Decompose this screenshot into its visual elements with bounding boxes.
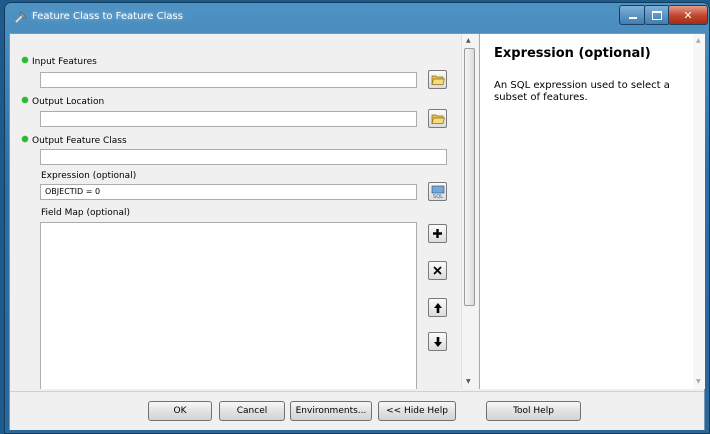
expression-field[interactable]: OBJECTID = 0	[40, 184, 417, 200]
tool-help-button[interactable]: Tool Help	[486, 401, 581, 421]
output-location-browse-button[interactable]	[428, 109, 447, 128]
output-location-label: Output Location	[22, 97, 104, 107]
title-bar[interactable]: Feature Class to Feature Class ✕	[4, 2, 710, 32]
dialog-client: Input Features Output Location Output Fe…	[9, 33, 705, 430]
hide-help-button[interactable]: << Hide Help	[378, 401, 456, 421]
ok-button[interactable]: OK	[148, 401, 212, 421]
close-button[interactable]: ✕	[668, 5, 708, 25]
minimize-button[interactable]	[619, 5, 646, 25]
help-title: Expression (optional)	[494, 46, 651, 61]
close-icon: ✕	[683, 8, 693, 22]
environments-button[interactable]: Environments...	[290, 401, 372, 421]
arrow-up-icon	[433, 302, 442, 313]
minimize-icon	[628, 17, 637, 19]
required-dot-icon	[22, 136, 28, 142]
scroll-down-arrow-icon[interactable]: ▼	[466, 378, 471, 385]
output-feature-class-field[interactable]	[40, 149, 447, 165]
button-bar: OK Cancel Environments... << Hide Help T…	[10, 391, 704, 430]
parameters-scrollbar[interactable]: ▲ ▼	[461, 34, 478, 389]
window-title: Feature Class to Feature Class	[32, 11, 183, 22]
sql-icon: SQL	[431, 185, 444, 199]
field-map-list[interactable]	[40, 222, 417, 389]
expression-label: Expression (optional)	[41, 171, 137, 181]
scroll-up-arrow-icon[interactable]: ▲	[466, 37, 471, 44]
move-down-button[interactable]	[428, 332, 447, 351]
input-features-field[interactable]	[40, 72, 417, 88]
help-scrollbar[interactable]: ▲ ▼	[693, 34, 705, 389]
x-icon	[433, 266, 442, 275]
output-feature-class-label: Output Feature Class	[22, 136, 127, 146]
help-body: An SQL expression used to select a subse…	[494, 80, 670, 103]
required-dot-icon	[22, 97, 28, 103]
folder-open-icon	[431, 75, 445, 85]
hammer-tool-icon	[15, 11, 27, 23]
maximize-icon	[652, 10, 662, 20]
cancel-button[interactable]: Cancel	[219, 401, 285, 421]
required-dot-icon	[22, 57, 28, 63]
sql-builder-button[interactable]: SQL	[428, 182, 447, 201]
help-pane: Expression (optional) An SQL expression …	[479, 34, 705, 389]
add-field-button[interactable]	[428, 224, 447, 243]
arrow-down-icon	[433, 336, 442, 347]
parameters-pane: Input Features Output Location Output Fe…	[10, 34, 459, 389]
scrollbar-thumb[interactable]	[464, 48, 475, 306]
plus-icon	[433, 229, 442, 238]
output-location-field[interactable]	[40, 111, 417, 127]
input-features-browse-button[interactable]	[428, 70, 447, 89]
move-up-button[interactable]	[428, 298, 447, 317]
maximize-button[interactable]	[644, 5, 670, 25]
delete-field-button[interactable]	[428, 261, 447, 280]
help-scroll-down-icon[interactable]: ▼	[696, 378, 701, 385]
input-features-label: Input Features	[22, 57, 97, 67]
svg-text:SQL: SQL	[433, 194, 443, 199]
field-map-label: Field Map (optional)	[41, 208, 130, 218]
dialog-window: Feature Class to Feature Class ✕ Input F…	[4, 2, 710, 434]
help-scroll-up-icon[interactable]: ▲	[696, 37, 701, 44]
folder-open-icon	[431, 114, 445, 124]
